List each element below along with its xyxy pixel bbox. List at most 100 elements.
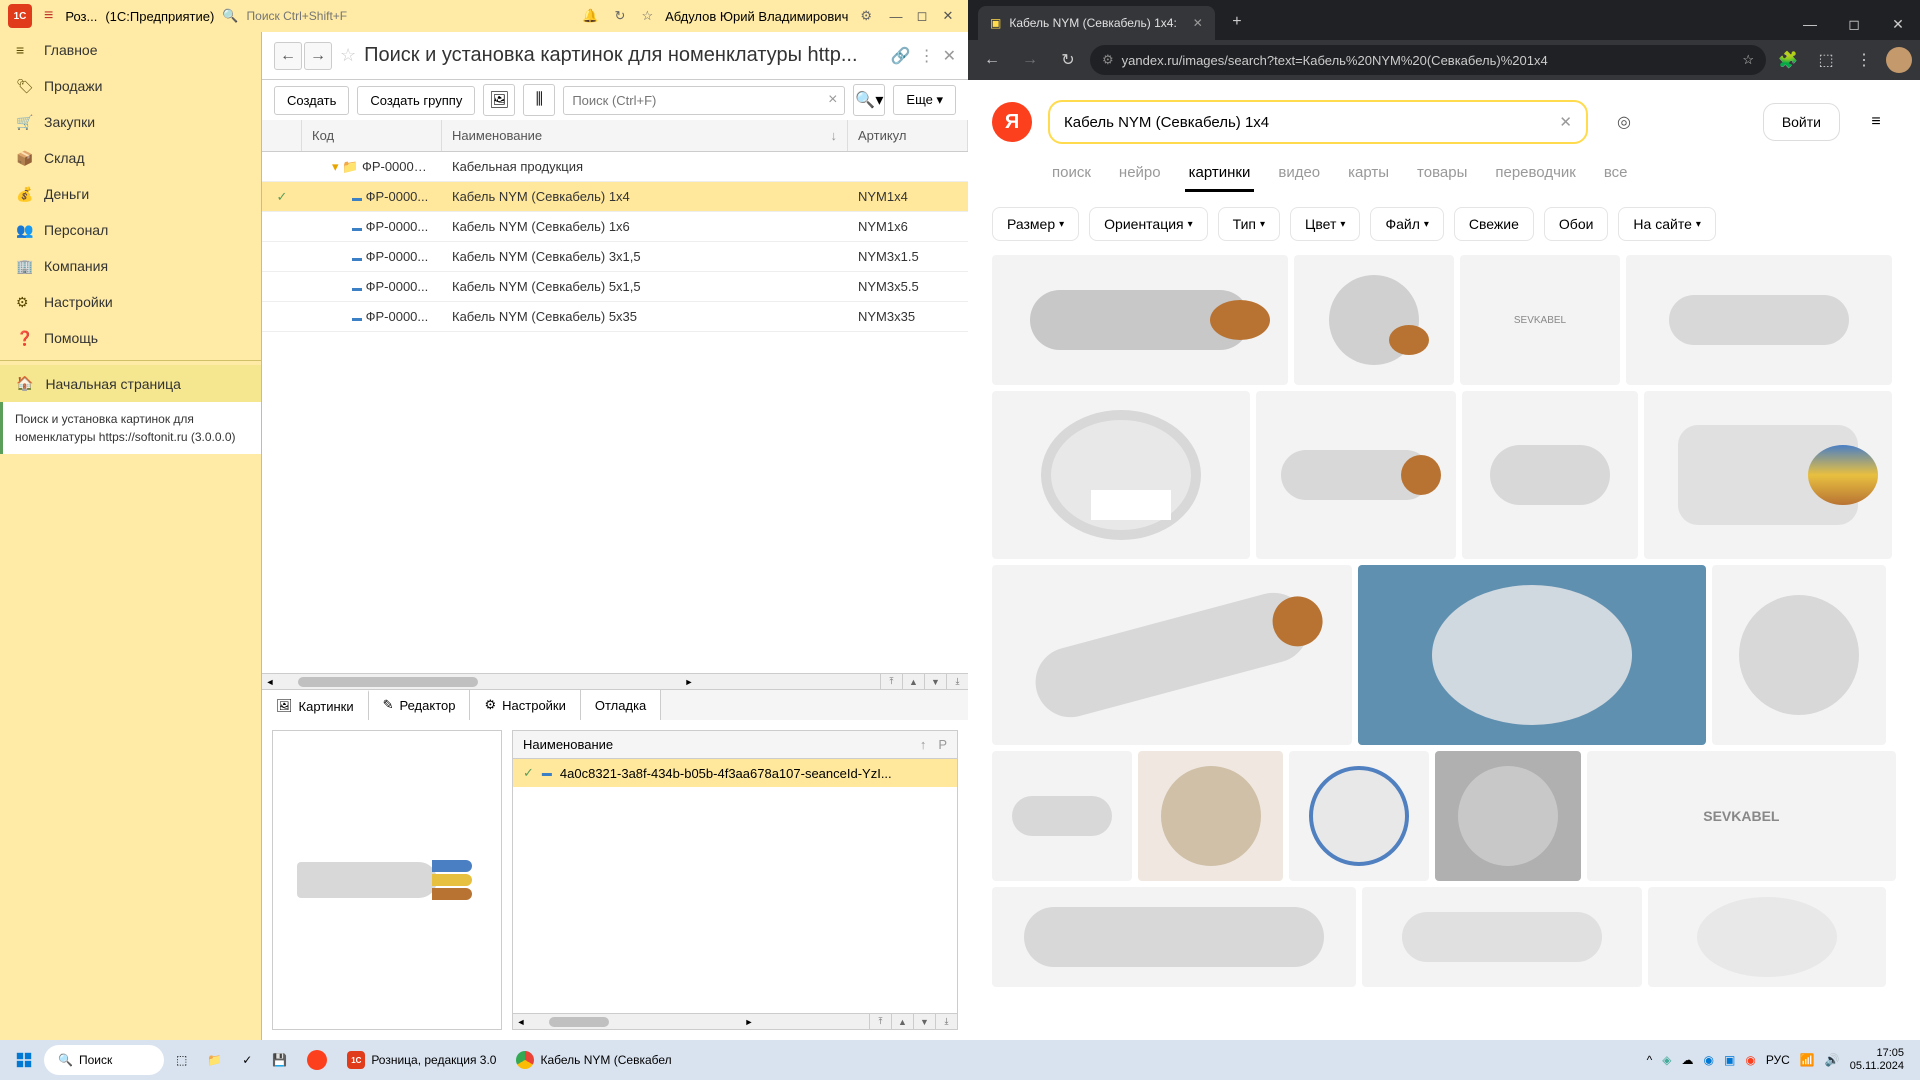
tray-icon[interactable]: ◉ [1745,1053,1755,1067]
yandex-tab[interactable]: товары [1413,156,1471,192]
wifi-icon[interactable]: 📶 [1800,1053,1815,1067]
header-search-input[interactable] [247,9,427,23]
table-row[interactable]: ▬ ФР-0000... Кабель NYM (Севкабель) 1x6 … [262,212,968,242]
tab-images[interactable]: 🖼Картинки [262,690,369,720]
login-button[interactable]: Войти [1763,103,1840,141]
search-clear-icon[interactable]: × [828,91,837,109]
start-button[interactable] [8,1044,40,1076]
sidebar-item-purchases[interactable]: 🛒Закупки [0,104,261,140]
tab-settings[interactable]: ⚙Настройки [470,690,580,720]
result-image[interactable] [992,565,1352,745]
browser-close[interactable]: ✕ [1876,8,1920,40]
filter-button[interactable]: Цвет ▾ [1290,207,1360,241]
search-dropdown-button[interactable]: 🔍▾ [853,84,885,116]
filter-button[interactable]: На сайте ▾ [1618,207,1715,241]
scroll-bottom-icon[interactable]: ⤓ [946,674,968,690]
yandex-tab[interactable]: переводчик [1491,156,1579,192]
table-row[interactable]: ✓ ▬ ФР-0000... Кабель NYM (Севкабель) 1x… [262,182,968,212]
table-row[interactable]: ▬ ФР-0000... Кабель NYM (Севкабель) 3x1,… [262,242,968,272]
profile-avatar[interactable] [1886,47,1912,73]
sidebar-item-warehouse[interactable]: 📦Склад [0,140,261,176]
list-h-scrollbar[interactable]: ◄ ► ⤒ ▲ ▼ ⤓ [513,1013,957,1029]
link-icon[interactable]: 🔗 [891,46,911,66]
result-image[interactable] [1138,751,1284,881]
tray-icon[interactable]: ◉ [1704,1053,1714,1067]
settings-icon[interactable]: ⚙ [856,6,876,26]
image-icon-button[interactable]: 🖼 [483,84,515,116]
sidebar-item-settings[interactable]: ⚙Настройки [0,284,261,320]
create-group-button[interactable]: Создать группу [357,86,475,115]
new-tab-button[interactable]: + [1223,8,1251,36]
tray-chevron-icon[interactable]: ^ [1647,1053,1653,1067]
clear-search-icon[interactable]: ✕ [1559,113,1572,131]
extensions-icon[interactable]: ⬚ [1810,44,1842,76]
result-image[interactable] [992,391,1250,559]
language-indicator[interactable]: РУС [1766,1053,1790,1067]
result-image[interactable] [1644,391,1892,559]
result-image[interactable] [1712,565,1886,745]
sidebar-item-company[interactable]: 🏢Компания [0,248,261,284]
sidebar-sub-item[interactable]: Поиск и установка картинок для номенклат… [0,402,261,454]
create-button[interactable]: Создать [274,86,349,115]
table-row[interactable]: ▬ ФР-0000... Кабель NYM (Севкабель) 5x1,… [262,272,968,302]
more-button[interactable]: Еще ▾ [893,85,956,115]
tray-icon[interactable]: ▣ [1724,1053,1735,1067]
filter-button[interactable]: Ориентация ▾ [1089,207,1208,241]
filter-button[interactable]: Свежие [1454,207,1534,241]
image-search-icon[interactable]: ◎ [1604,102,1644,142]
list-item[interactable]: ✓ ▬ 4a0c8321-3a8f-434b-b05b-4f3aa678a107… [513,759,957,787]
filter-button[interactable]: Файл ▾ [1370,207,1443,241]
taskbar-search[interactable]: 🔍Поиск [44,1045,164,1075]
extension-icon[interactable]: 🧩 [1772,44,1804,76]
task-view-icon[interactable]: ⬚ [168,1044,195,1076]
sidebar-item-money[interactable]: 💰Деньги [0,176,261,212]
result-image[interactable] [1289,751,1429,881]
th-code[interactable]: Код [302,120,442,151]
result-image[interactable] [992,887,1356,987]
burger-menu-icon[interactable]: ≡ [1856,102,1896,142]
th-article[interactable]: Артикул [848,120,968,151]
barcode-icon-button[interactable]: ⫼ [523,84,555,116]
tab-debug[interactable]: Отладка [581,690,661,720]
scroll-up-icon[interactable]: ▲ [891,1014,913,1030]
minimize-button[interactable]: — [884,4,908,28]
sidebar-item-help[interactable]: ❓Помощь [0,320,261,356]
star-icon[interactable]: ☆ [637,6,657,26]
result-image[interactable]: SEVKABEL [1460,255,1620,385]
star-icon[interactable]: ☆ [340,45,356,66]
menu-icon[interactable]: ⋮ [1848,44,1880,76]
tab-close-icon[interactable]: ✕ [1193,16,1203,30]
back-button[interactable]: ← [976,44,1008,76]
yandex-search-input[interactable] [1064,114,1559,131]
address-bar[interactable]: ⚙ yandex.ru/images/search?text=Кабель%20… [1090,45,1766,75]
more-icon[interactable]: ⋮ [919,46,935,66]
result-image[interactable] [1256,391,1456,559]
scroll-up-icon[interactable]: ▲ [902,674,924,690]
result-image[interactable] [1358,565,1706,745]
history-icon[interactable]: ↻ [611,6,630,26]
sidebar-item-sales[interactable]: 🏷Продажи [0,68,261,104]
scroll-down-icon[interactable]: ▼ [924,674,946,690]
app-icon[interactable]: ✓ [234,1044,260,1076]
browser-minimize[interactable]: — [1788,8,1832,40]
nav-forward-button[interactable]: → [304,42,332,70]
th-name[interactable]: Наименование↓ [442,120,848,151]
yandex-browser-icon[interactable] [299,1044,335,1076]
yandex-tab[interactable]: нейро [1115,156,1165,192]
browser-tab[interactable]: ▣ Кабель NYM (Севкабель) 1x4: ✕ [978,6,1215,40]
browser-maximize[interactable]: ◻ [1832,8,1876,40]
toolbar-search-input[interactable] [563,86,845,115]
yandex-tab[interactable]: видео [1274,156,1324,192]
yandex-tab[interactable]: поиск [1048,156,1095,192]
result-image[interactable] [1648,887,1886,987]
yandex-tab[interactable]: карты [1344,156,1393,192]
tray-icon[interactable]: ☁ [1682,1053,1694,1067]
close-tab-icon[interactable]: ✕ [943,46,956,66]
result-image[interactable] [1435,751,1581,881]
sort-icon[interactable]: ↑ [920,737,927,752]
result-image[interactable] [1294,255,1454,385]
result-image[interactable] [992,751,1132,881]
bell-icon[interactable]: 🔔 [578,6,602,26]
result-image[interactable] [1626,255,1892,385]
filter-button[interactable]: Обои [1544,207,1609,241]
